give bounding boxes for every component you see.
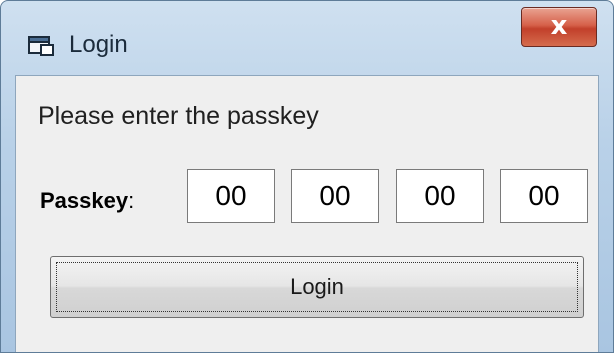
app-window-icon xyxy=(27,33,57,59)
passkey-field-1[interactable] xyxy=(187,169,275,223)
title-bar[interactable]: Login x xyxy=(1,1,613,75)
login-dialog: Login x Please enter the passkey Passkey… xyxy=(0,0,614,353)
window-title: Login xyxy=(69,31,128,58)
close-icon: x xyxy=(550,11,568,41)
passkey-label: Passkey: xyxy=(40,188,134,214)
login-button-label: Login xyxy=(56,262,578,312)
passkey-field-2[interactable] xyxy=(291,169,379,223)
passkey-field-4[interactable] xyxy=(500,169,588,223)
close-button[interactable]: x xyxy=(521,7,597,47)
dialog-body: Please enter the passkey Passkey: Login xyxy=(15,75,599,352)
passkey-label-colon: : xyxy=(128,188,135,213)
passkey-label-text: Passkey xyxy=(40,188,129,213)
passkey-field-3[interactable] xyxy=(396,169,484,223)
login-button[interactable]: Login xyxy=(50,256,584,318)
prompt-text: Please enter the passkey xyxy=(38,102,319,130)
